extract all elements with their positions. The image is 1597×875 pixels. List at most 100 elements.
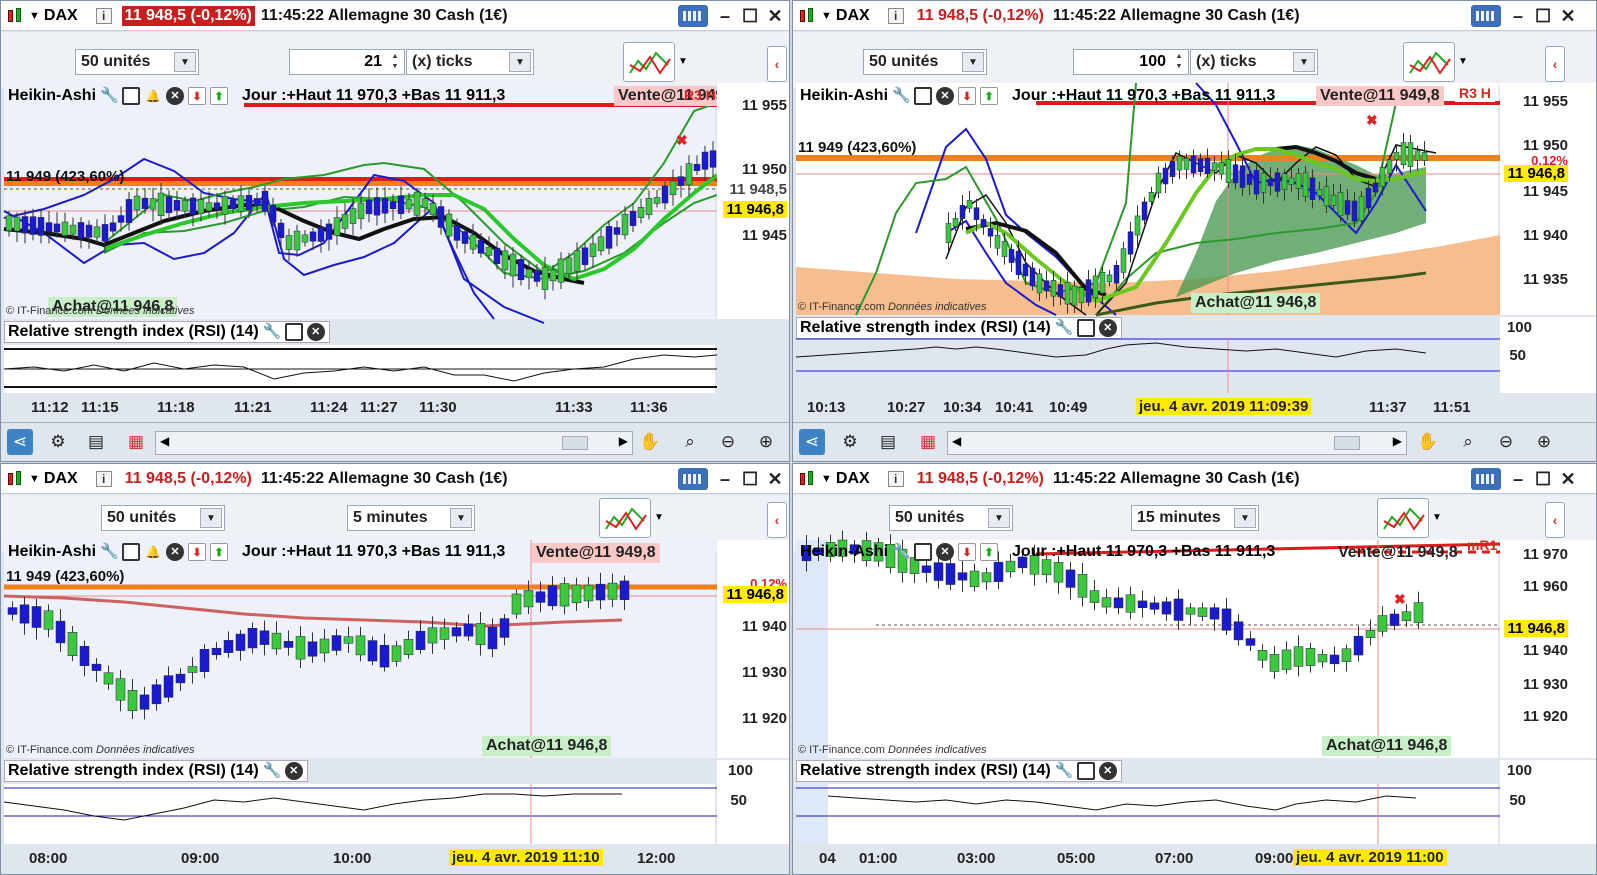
window-icon[interactable] — [284, 323, 303, 341]
info-icon[interactable]: i — [95, 7, 112, 24]
instrument-symbol[interactable]: DAX — [836, 470, 870, 488]
horizontal-scrollbar[interactable]: ◀ ▶ — [947, 431, 1407, 455]
price-axis[interactable]: 0,12% 11 946,8 11 940 11 930 11 920 — [717, 540, 789, 758]
price-axis[interactable]: 11 970 11 960 11 946,8 11 940 11 930 11 … — [1500, 540, 1596, 758]
indicators-button[interactable] — [1377, 498, 1429, 538]
scroll-right-icon[interactable]: ▶ — [1393, 434, 1402, 448]
chevron-down-icon[interactable]: ▼ — [821, 473, 832, 485]
minimize-button[interactable]: – — [1510, 6, 1526, 26]
keyboard-icon[interactable] — [1471, 5, 1501, 27]
keyboard-icon[interactable] — [678, 5, 708, 27]
side-panel-toggle[interactable]: ‹ — [1545, 502, 1565, 538]
minimize-button[interactable]: – — [717, 6, 733, 26]
remove-icon[interactable]: ✕ — [936, 87, 955, 105]
document-icon[interactable]: ▤ — [83, 429, 109, 455]
period-select[interactable]: (x) ticks ▼ — [1190, 49, 1318, 75]
remove-icon[interactable]: ✕ — [166, 87, 185, 105]
remove-icon[interactable]: ✕ — [1098, 762, 1117, 780]
scroll-thumb[interactable] — [1334, 436, 1360, 450]
price-chart[interactable]: ✖ Vente@11 949,8 Achat@11 946,8 © IT-Fin… — [796, 530, 1502, 758]
wrench-icon[interactable]: 🔧 — [100, 543, 119, 561]
price-axis[interactable]: 11 955 11 950 11 948,5 11 946,8 11 945 — [717, 83, 789, 319]
window-titlebar[interactable]: ▼ DAX i 11 948,5 (-0,12%) 11:45:22 Allem… — [1, 1, 789, 31]
instrument-symbol[interactable]: DAX — [836, 7, 870, 25]
chevron-down-icon[interactable]: ▼ — [821, 10, 832, 22]
window-icon[interactable] — [122, 543, 141, 561]
period-select[interactable]: (x) ticks ▼ — [406, 49, 534, 75]
chevron-down-icon[interactable]: ▼ — [29, 473, 40, 485]
spin-arrows-icon[interactable]: ▲ ▼ — [388, 52, 402, 72]
document-icon[interactable]: ▤ — [875, 429, 901, 455]
scroll-thumb[interactable] — [562, 436, 588, 450]
price-chart[interactable]: ✖ 11 949 (423,60%) Vente@11 949,8 R3 H A… — [3, 83, 742, 324]
period-select[interactable]: 5 minutes ▼ — [347, 505, 475, 531]
remove-icon[interactable]: ✕ — [306, 323, 325, 341]
cursor-settings-icon[interactable]: ⚙ — [837, 429, 863, 455]
share-icon[interactable]: ⋖ — [799, 429, 825, 455]
wrench-icon[interactable]: 🔧 — [1055, 762, 1074, 780]
hand-tool-icon[interactable]: ✋ — [637, 429, 663, 455]
zoom-fit-icon[interactable]: ⌕ — [1455, 429, 1481, 455]
zoom-out-icon[interactable]: ⊖ — [715, 429, 741, 455]
rsi-chart[interactable] — [3, 345, 718, 393]
chevron-down-icon[interactable]: ▼ — [1455, 42, 1471, 82]
buy-arrow-icon[interactable]: ⬆ — [210, 87, 229, 105]
indicators-button[interactable] — [599, 498, 651, 538]
info-icon[interactable]: i — [887, 470, 904, 487]
sell-button[interactable]: Vente@11 949,8 — [1334, 543, 1462, 563]
wrench-icon[interactable]: 🔧 — [100, 87, 119, 105]
window-icon[interactable] — [1076, 762, 1095, 780]
window-titlebar[interactable]: ▼ DAX i 11 948,5 (-0,12%) 11:45:22 Allem… — [793, 464, 1596, 494]
sell-arrow-icon[interactable]: ⬇ — [958, 543, 977, 561]
instrument-symbol[interactable]: DAX — [44, 7, 78, 25]
indicators-button[interactable] — [1403, 42, 1455, 82]
buy-arrow-icon[interactable]: ⬆ — [980, 87, 999, 105]
side-panel-toggle[interactable]: ‹ — [1545, 46, 1565, 82]
bell-icon[interactable]: 🔔 — [144, 543, 162, 561]
scroll-left-icon[interactable]: ◀ — [160, 434, 169, 448]
bell-icon[interactable]: 🔔 — [144, 87, 162, 105]
units-select[interactable]: 50 unités ▼ — [75, 49, 199, 75]
window-titlebar[interactable]: ▼ DAX i 11 948,5 (-0,12%) 11:45:22 Allem… — [1, 464, 789, 494]
close-button[interactable]: ✕ — [1560, 469, 1576, 489]
side-panel-toggle[interactable]: ‹ — [767, 502, 787, 538]
chevron-down-icon[interactable]: ▼ — [1429, 498, 1445, 538]
scroll-right-icon[interactable]: ▶ — [619, 434, 628, 448]
keyboard-icon[interactable] — [1471, 468, 1501, 490]
zoom-in-icon[interactable]: ⊕ — [753, 429, 779, 455]
buy-button[interactable]: Achat@11 946,8 — [482, 736, 612, 756]
price-chart[interactable]: ✖ 11 949 (423,60%) Vente@11 949,8 Achat@… — [796, 82, 1501, 317]
units-select[interactable]: 50 unités ▼ — [889, 505, 1013, 531]
sell-arrow-icon[interactable]: ⬇ — [958, 87, 977, 105]
ticks-spinner[interactable]: 21 ▲ ▼ — [289, 49, 405, 75]
sell-button[interactable]: Vente@11 949,8 — [1316, 86, 1444, 106]
zoom-in-icon[interactable]: ⊕ — [1531, 429, 1557, 455]
layout-icon[interactable]: ▦ — [915, 429, 941, 455]
time-axis[interactable]: 10:13 10:27 10:34 10:41 10:49 jeu. 4 avr… — [793, 395, 1498, 421]
scroll-left-icon[interactable]: ◀ — [952, 434, 961, 448]
minimize-button[interactable]: – — [717, 469, 733, 489]
info-icon[interactable]: i — [887, 7, 904, 24]
close-button[interactable]: ✕ — [767, 469, 783, 489]
wrench-icon[interactable]: 🔧 — [892, 543, 911, 561]
remove-icon[interactable]: ✕ — [284, 762, 303, 780]
hand-tool-icon[interactable]: ✋ — [1415, 429, 1441, 455]
maximize-button[interactable]: ☐ — [742, 6, 758, 26]
sell-button[interactable]: Vente@11 949,8 — [532, 543, 660, 563]
time-axis[interactable]: 11:12 11:15 11:18 11:21 11:24 11:27 11:3… — [1, 395, 715, 421]
remove-icon[interactable]: ✕ — [166, 543, 185, 561]
close-button[interactable]: ✕ — [767, 6, 783, 26]
rsi-chart[interactable] — [3, 784, 717, 844]
price-chart[interactable]: 11 949 (423,60%) Vente@11 949,8 Achat@11… — [3, 540, 717, 758]
zoom-fit-icon[interactable]: ⌕ — [677, 429, 703, 455]
maximize-button[interactable]: ☐ — [1535, 6, 1551, 26]
layout-icon[interactable]: ▦ — [123, 429, 149, 455]
units-select[interactable]: 50 unités ▼ — [101, 505, 225, 531]
time-axis[interactable]: 04 01:00 03:00 05:00 07:00 09:00 jeu. 4 … — [793, 846, 1498, 872]
wrench-icon[interactable]: 🔧 — [892, 87, 911, 105]
close-button[interactable]: ✕ — [1560, 6, 1576, 26]
units-select[interactable]: 50 unités ▼ — [863, 49, 987, 75]
wrench-icon[interactable]: 🔧 — [263, 762, 282, 780]
period-select[interactable]: 15 minutes ▼ — [1131, 505, 1259, 531]
maximize-button[interactable]: ☐ — [1535, 469, 1551, 489]
